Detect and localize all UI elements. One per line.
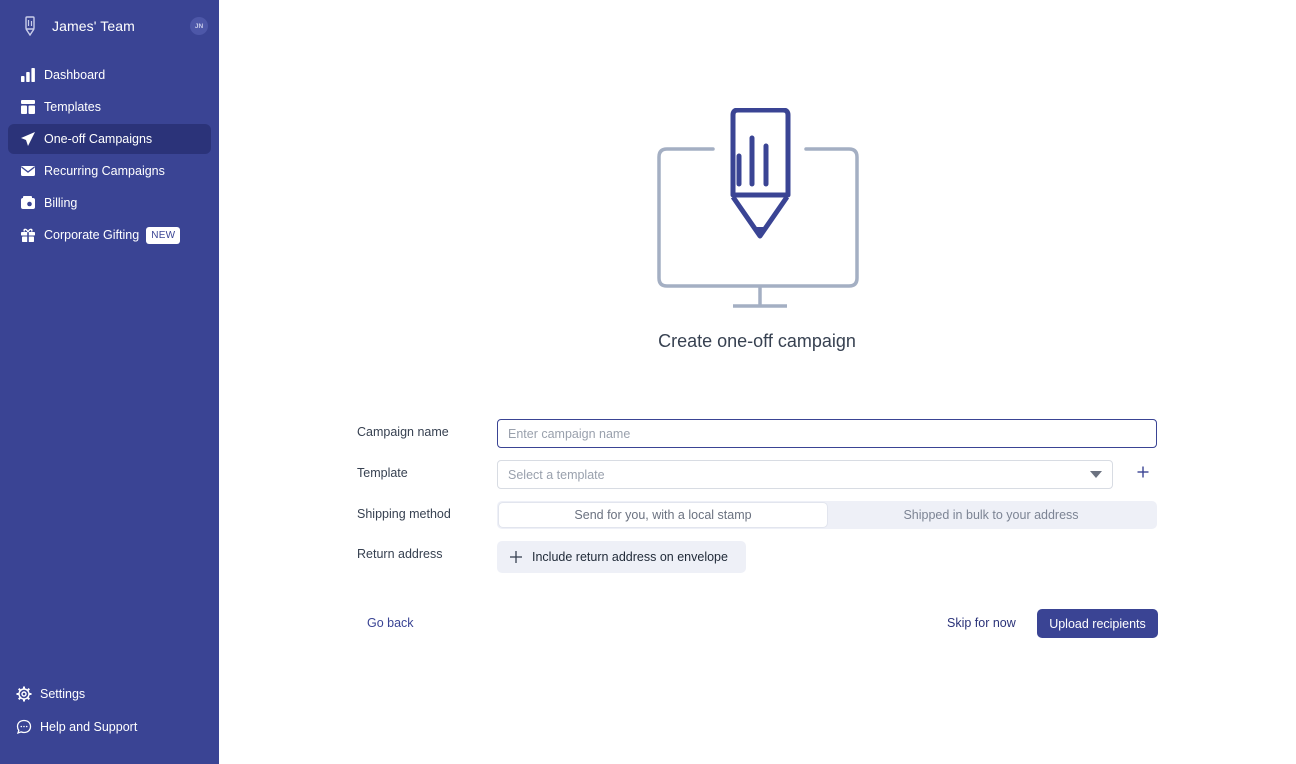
layout-icon <box>19 98 37 116</box>
sidebar-item-dashboard[interactable]: Dashboard <box>8 60 211 90</box>
skip-for-now-button[interactable]: Skip for now <box>947 616 1016 630</box>
sidebar-item-templates[interactable]: Templates <box>8 92 211 122</box>
sidebar-item-billing[interactable]: Billing <box>8 188 211 218</box>
upload-recipients-button[interactable]: Upload recipients <box>1037 609 1158 638</box>
include-return-address-label: Include return address on envelope <box>532 550 728 564</box>
plus-icon <box>1137 465 1149 483</box>
main-nav: Dashboard Templates One-off Campaigns Re… <box>8 60 211 252</box>
pen-logo-icon <box>16 12 44 40</box>
chevron-down-icon <box>1090 468 1102 482</box>
sidebar-item-label: One-off Campaigns <box>44 132 153 146</box>
sidebar-item-recurring-campaigns[interactable]: Recurring Campaigns <box>8 156 211 186</box>
gear-icon <box>15 685 33 703</box>
chat-bubble-icon <box>15 718 33 736</box>
shipping-method-toggle: Send for you, with a local stamp Shipped… <box>497 501 1157 529</box>
team-name: James' Team <box>52 18 135 34</box>
sidebar-item-label: Billing <box>44 196 78 210</box>
avatar[interactable]: JN <box>190 17 208 35</box>
shipping-method-label: Shipping method <box>357 507 451 521</box>
bar-chart-icon <box>19 66 37 84</box>
sidebar-item-help[interactable]: Help and Support <box>8 711 211 742</box>
template-select-placeholder: Select a template <box>508 467 605 482</box>
sidebar-item-corporate-gifting[interactable]: Corporate Gifting NEW <box>8 220 211 250</box>
sidebar-item-label: Dashboard <box>44 68 106 82</box>
template-label: Template <box>357 466 408 480</box>
bottom-nav: Settings Help and Support <box>8 678 211 744</box>
shipping-option-bulk[interactable]: Shipped in bulk to your address <box>827 503 1155 527</box>
campaign-name-label: Campaign name <box>357 425 449 439</box>
include-return-address-button[interactable]: Include return address on envelope <box>497 541 746 573</box>
shipping-option-local-stamp[interactable]: Send for you, with a local stamp <box>499 503 827 527</box>
plus-icon <box>509 550 523 564</box>
template-select[interactable]: Select a template <box>497 460 1113 489</box>
paper-plane-icon <box>19 130 37 148</box>
sidebar-item-one-off-campaigns[interactable]: One-off Campaigns <box>8 124 211 154</box>
return-address-label: Return address <box>357 547 443 561</box>
go-back-button[interactable]: Go back <box>367 616 414 630</box>
gift-icon <box>19 226 37 244</box>
add-template-button[interactable] <box>1132 463 1154 485</box>
campaign-name-input[interactable] <box>497 419 1157 448</box>
sidebar-item-label: Help and Support <box>40 719 138 734</box>
sidebar: James' Team JN Dashboard Templates One-o… <box>0 0 219 764</box>
sidebar-item-label: Templates <box>44 100 101 114</box>
campaign-illustration-icon <box>655 107 860 310</box>
envelope-icon <box>19 162 37 180</box>
sidebar-item-label: Settings <box>40 686 86 701</box>
sidebar-item-label: Recurring Campaigns <box>44 164 165 178</box>
new-badge: NEW <box>146 226 181 244</box>
team-switcher[interactable]: James' Team JN <box>16 12 208 40</box>
page-title: Create one-off campaign <box>658 331 856 351</box>
wallet-icon <box>19 194 37 212</box>
sidebar-item-settings[interactable]: Settings <box>8 678 211 709</box>
sidebar-item-label: Corporate Gifting <box>44 228 140 242</box>
return-address-row: Return address <box>357 547 1157 561</box>
